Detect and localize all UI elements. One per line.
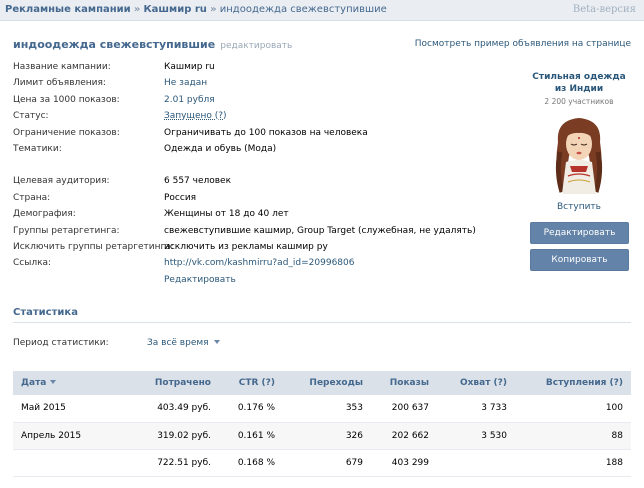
- detail-row-limit: Лимит объявления: Не задан: [13, 78, 513, 94]
- ad-header: индоодежда свежевступившие редактировать …: [13, 38, 631, 54]
- cell-date: Май 2015: [13, 395, 113, 423]
- price-link[interactable]: 2.01 рубля: [164, 95, 215, 105]
- period-value: За всё время: [147, 338, 209, 348]
- limit-link[interactable]: Не задан: [164, 78, 207, 88]
- beta-label: Beta-версия: [572, 4, 636, 15]
- column-header-spent[interactable]: Потрачено: [113, 371, 219, 395]
- detail-row-exclude: Исключить группы ретаргетинга: исключить…: [13, 242, 513, 258]
- column-header-ctr[interactable]: CTR (?): [219, 371, 283, 395]
- chevron-down-icon: [213, 340, 220, 344]
- sort-arrow-icon: [50, 380, 57, 384]
- breadcrumb-campaign-link[interactable]: Кашмир ru: [144, 4, 207, 15]
- table-total-row: 722.51 руб. 0.168 % 679 403 299 188: [13, 449, 631, 477]
- cell-views: 403 299: [371, 449, 437, 477]
- divider: [13, 322, 631, 323]
- column-header-joins[interactable]: Вступления (?): [515, 371, 631, 395]
- cell-clicks: 326: [283, 422, 371, 450]
- detail-label: Страна:: [13, 192, 51, 203]
- detail-value: Ограничивать до 100 показов на человека: [164, 127, 368, 138]
- detail-row-link: Ссылка: http://vk.com/kashmirru?ad_id=20…: [13, 258, 513, 274]
- breadcrumb-separator: »: [133, 4, 141, 15]
- detail-label: Ограничение показов:: [13, 127, 120, 138]
- preview-ad-link[interactable]: Посмотреть пример объявления на странице: [415, 39, 631, 49]
- detail-row-topics: Тематики: Одежда и обувь (Мода): [13, 144, 513, 160]
- detail-row-frequency: Ограничение показов: Ограничивать до 100…: [13, 128, 513, 144]
- period-label: Период статистики:: [13, 338, 109, 348]
- ad-details: Название кампании: Кашмир ru Лимит объяв…: [13, 62, 513, 291]
- cell-reach: 3 530: [437, 422, 515, 450]
- detail-label: Название кампании:: [13, 62, 111, 72]
- breadcrumb-separator: »: [210, 4, 217, 15]
- join-link[interactable]: Вступить: [526, 202, 632, 212]
- detail-label: Цена за 1000 показов:: [13, 94, 120, 105]
- breadcrumb-current: индоодежда свежевступившие: [219, 4, 387, 15]
- detail-label: Исключить группы ретаргетинга:: [13, 241, 174, 252]
- cell-reach: [437, 449, 515, 477]
- table-header: Дата Потрачено CTR (?) Переходы Показы О…: [13, 371, 631, 395]
- detail-label: Демография:: [13, 209, 76, 220]
- detail-value: Женщины от 18 до 40 лет: [164, 209, 289, 220]
- detail-label: Тематики:: [13, 143, 62, 154]
- detail-row-retargeting: Группы ретаргетинга: свежевступившие каш…: [13, 226, 513, 242]
- cell-date: [13, 449, 113, 477]
- cell-clicks: 353: [283, 395, 371, 423]
- detail-label: Целевая аудитория:: [13, 176, 110, 187]
- cell-joins: 100: [515, 395, 631, 423]
- detail-row-demography: Демография: Женщины от 18 до 40 лет: [13, 209, 513, 225]
- cell-ctr: 0.176 %: [219, 395, 283, 423]
- detail-value: свежевступившие кашмир, Group Target (сл…: [164, 225, 476, 236]
- column-header-reach[interactable]: Охват (?): [437, 371, 515, 395]
- cell-ctr: 0.161 %: [219, 422, 283, 450]
- cell-spent: 403.49 руб.: [113, 395, 219, 423]
- edit-button[interactable]: Редактировать: [530, 222, 629, 244]
- detail-label: Группы ретаргетинга:: [13, 225, 120, 236]
- cell-spent: 319.02 руб.: [113, 422, 219, 450]
- stats-table: Дата Потрачено CTR (?) Переходы Показы О…: [13, 371, 631, 477]
- detail-label: Ссылка:: [13, 258, 52, 269]
- detail-row-status: Статус: Запущено (?): [13, 111, 513, 127]
- detail-row-price: Цена за 1000 показов: 2.01 рубля: [13, 95, 513, 111]
- ad-url-link[interactable]: http://vk.com/kashmirru?ad_id=20996806: [164, 258, 354, 268]
- promo-image[interactable]: [546, 112, 612, 194]
- cell-clicks: 679: [283, 449, 371, 477]
- detail-value: Одежда и обувь (Мода): [164, 143, 277, 154]
- column-header-clicks[interactable]: Переходы: [283, 371, 371, 395]
- cell-views: 202 662: [371, 422, 437, 450]
- cell-spent: 722.51 руб.: [113, 449, 219, 477]
- breadcrumb: Рекламные кампании » Кашмир ru » индооде…: [5, 4, 387, 15]
- detail-value: исключить из рекламы кашмир ру: [164, 241, 328, 252]
- cell-joins: 188: [515, 449, 631, 477]
- breadcrumb-campaigns-link[interactable]: Рекламные кампании: [5, 4, 131, 15]
- column-header-views[interactable]: Показы: [371, 371, 437, 395]
- detail-value: Россия: [164, 192, 197, 203]
- period-dropdown[interactable]: За всё время: [147, 338, 220, 348]
- detail-row-audience: Целевая аудитория: 6 557 человек: [13, 176, 513, 192]
- detail-value: 6 557 человек: [164, 176, 232, 187]
- detail-label: Лимит объявления:: [13, 78, 106, 89]
- cell-ctr: 0.168 %: [219, 449, 283, 477]
- cell-reach: 3 733: [437, 395, 515, 423]
- table-row: Май 2015 403.49 руб. 0.176 % 353 200 637…: [13, 395, 631, 423]
- detail-value: Кашмир ru: [164, 62, 215, 72]
- detail-row-campaign: Название кампании: Кашмир ru: [13, 62, 513, 78]
- cell-joins: 88: [515, 422, 631, 450]
- top-bar: Рекламные кампании » Кашмир ru » индооде…: [0, 0, 644, 21]
- stats-title: Статистика: [13, 307, 78, 318]
- cell-date: Апрель 2015: [13, 422, 113, 450]
- column-header-date[interactable]: Дата: [13, 371, 113, 395]
- promo-title[interactable]: Стильная одежда из Индии: [526, 71, 632, 95]
- copy-button[interactable]: Копировать: [530, 249, 629, 271]
- ad-preview: Стильная одежда из Индии 2 200 участнико…: [526, 71, 632, 212]
- ad-title: индоодежда свежевступившие: [13, 38, 216, 51]
- edit-link[interactable]: Редактировать: [164, 275, 236, 285]
- detail-label: Статус:: [13, 111, 49, 122]
- cell-views: 200 637: [371, 395, 437, 423]
- status-dropdown[interactable]: Запущено (?): [164, 111, 227, 121]
- table-row: Апрель 2015 319.02 руб. 0.161 % 326 202 …: [13, 422, 631, 450]
- promo-members: 2 200 участников: [544, 97, 614, 106]
- detail-row-edit: Редактировать: [13, 275, 513, 291]
- ad-edit-link[interactable]: редактировать: [220, 41, 292, 51]
- detail-row-country: Страна: Россия: [13, 193, 513, 209]
